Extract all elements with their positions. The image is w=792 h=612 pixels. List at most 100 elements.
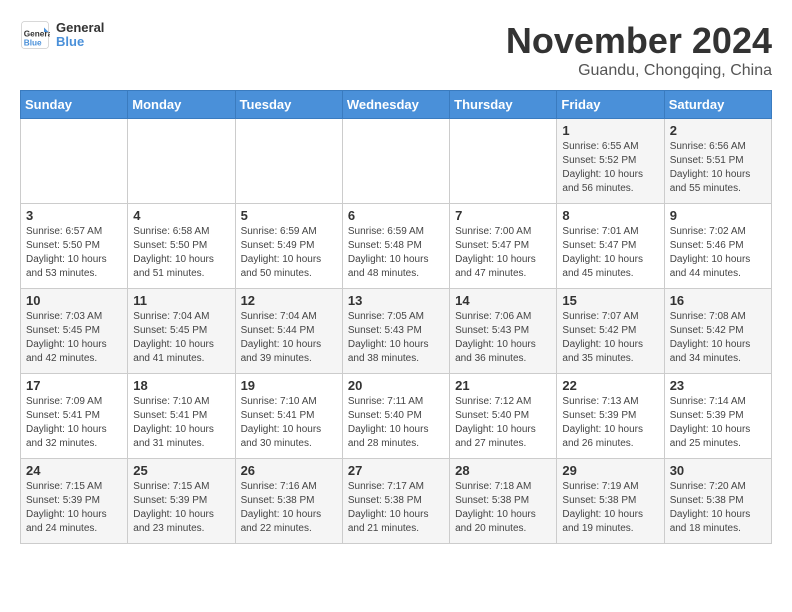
day-cell: 5Sunrise: 6:59 AM Sunset: 5:49 PM Daylig…	[235, 204, 342, 289]
day-cell: 12 Sunrise: 7:04 AM Sunset: 5:44 PM Dayli…	[235, 289, 342, 374]
day-info: Sunrise: 7:15 AM Sunset: 5:39 PM Dayligh…	[26, 480, 122, 536]
day-cell: 13Sunrise: 7:05 AM Sunset: 5:43 PM Dayli…	[342, 289, 449, 374]
day-info: Sunrise: 7:07 AM Sunset: 5:42 PM Dayligh…	[562, 310, 658, 366]
day-cell: 30 Sunrise: 7:20 AM Sunset: 5:38 PM Dayli…	[664, 459, 771, 544]
day-number: 24	[26, 463, 122, 478]
day-info: Sunrise: 7:01 AM Sunset: 5:47 PM Dayligh…	[562, 225, 658, 281]
day-number: 20	[348, 378, 444, 393]
week-row-1: 1 Sunrise: 6:55 AM Sunset: 5:52 PM Daylig…	[21, 119, 772, 204]
day-info: Sunrise: 7:20 AM Sunset: 5:38 PM Dayligh…	[670, 480, 766, 536]
day-cell: 17Sunrise: 7:09 AM Sunset: 5:41 PM Dayli…	[21, 374, 128, 459]
day-info: Sunrise: 7:10 AM Sunset: 5:41 PM Dayligh…	[133, 395, 229, 451]
day-number: 14	[455, 293, 551, 308]
day-number: 9	[670, 208, 766, 223]
calendar-body: 1 Sunrise: 6:55 AM Sunset: 5:52 PM Daylig…	[21, 119, 772, 544]
day-number: 8	[562, 208, 658, 223]
day-cell: 29 Sunrise: 7:19 AM Sunset: 5:38 PM Dayli…	[557, 459, 664, 544]
day-info: Sunrise: 7:10 AM Sunset: 5:41 PM Dayligh…	[241, 395, 337, 451]
day-info: Sunrise: 6:58 AM Sunset: 5:50 PM Dayligh…	[133, 225, 229, 281]
day-number: 6	[348, 208, 444, 223]
day-number: 10	[26, 293, 122, 308]
day-number: 23	[670, 378, 766, 393]
day-cell: 16 Sunrise: 7:08 AM Sunset: 5:42 PM Dayli…	[664, 289, 771, 374]
day-number: 26	[241, 463, 337, 478]
day-info: Sunrise: 7:18 AM Sunset: 5:38 PM Dayligh…	[455, 480, 551, 536]
day-cell: 6 Sunrise: 6:59 AM Sunset: 5:48 PM Daylig…	[342, 204, 449, 289]
day-number: 3	[26, 208, 122, 223]
day-number: 15	[562, 293, 658, 308]
day-info: Sunrise: 7:14 AM Sunset: 5:39 PM Dayligh…	[670, 395, 766, 451]
day-info: Sunrise: 6:56 AM Sunset: 5:51 PM Dayligh…	[670, 140, 766, 196]
day-info: Sunrise: 7:03 AM Sunset: 5:45 PM Dayligh…	[26, 310, 122, 366]
day-number: 7	[455, 208, 551, 223]
day-cell: 20 Sunrise: 7:11 AM Sunset: 5:40 PM Dayli…	[342, 374, 449, 459]
day-cell: 10 Sunrise: 7:03 AM Sunset: 5:45 PM Dayli…	[21, 289, 128, 374]
day-number: 18	[133, 378, 229, 393]
day-number: 25	[133, 463, 229, 478]
logo-icon: General Blue	[20, 20, 50, 50]
day-number: 17	[26, 378, 122, 393]
day-info: Sunrise: 7:19 AM Sunset: 5:38 PM Dayligh…	[562, 480, 658, 536]
header-cell-wednesday: Wednesday	[342, 91, 449, 119]
day-number: 22	[562, 378, 658, 393]
day-cell: 14Sunrise: 7:06 AM Sunset: 5:43 PM Dayli…	[450, 289, 557, 374]
day-cell: 22 Sunrise: 7:13 AM Sunset: 5:39 PM Dayli…	[557, 374, 664, 459]
title-section: November 2024 Guandu, Chongqing, China	[506, 20, 772, 80]
day-info: Sunrise: 7:08 AM Sunset: 5:42 PM Dayligh…	[670, 310, 766, 366]
day-number: 16	[670, 293, 766, 308]
header-cell-saturday: Saturday	[664, 91, 771, 119]
day-cell: 9 Sunrise: 7:02 AM Sunset: 5:46 PM Daylig…	[664, 204, 771, 289]
day-cell: 3 Sunrise: 6:57 AM Sunset: 5:50 PM Daylig…	[21, 204, 128, 289]
day-cell: 1 Sunrise: 6:55 AM Sunset: 5:52 PM Daylig…	[557, 119, 664, 204]
day-number: 11	[133, 293, 229, 308]
day-info: Sunrise: 7:15 AM Sunset: 5:39 PM Dayligh…	[133, 480, 229, 536]
day-cell: 28 Sunrise: 7:18 AM Sunset: 5:38 PM Dayli…	[450, 459, 557, 544]
day-info: Sunrise: 6:55 AM Sunset: 5:52 PM Dayligh…	[562, 140, 658, 196]
header-cell-tuesday: Tuesday	[235, 91, 342, 119]
day-cell	[342, 119, 449, 204]
logo-blue: Blue	[56, 35, 104, 49]
day-number: 4	[133, 208, 229, 223]
day-cell: 25 Sunrise: 7:15 AM Sunset: 5:39 PM Dayli…	[128, 459, 235, 544]
day-cell: 19 Sunrise: 7:10 AM Sunset: 5:41 PM Dayli…	[235, 374, 342, 459]
day-number: 21	[455, 378, 551, 393]
calendar-table: SundayMondayTuesdayWednesdayThursdayFrid…	[20, 90, 772, 544]
day-number: 28	[455, 463, 551, 478]
header-row: SundayMondayTuesdayWednesdayThursdayFrid…	[21, 91, 772, 119]
svg-text:Blue: Blue	[24, 39, 42, 48]
day-info: Sunrise: 7:13 AM Sunset: 5:39 PM Dayligh…	[562, 395, 658, 451]
day-cell: 24 Sunrise: 7:15 AM Sunset: 5:39 PM Dayli…	[21, 459, 128, 544]
day-info: Sunrise: 6:59 AM Sunset: 5:49 PM Dayligh…	[241, 225, 337, 281]
logo: General Blue General Blue	[20, 20, 104, 50]
day-cell: 7Sunrise: 7:00 AM Sunset: 5:47 PM Daylig…	[450, 204, 557, 289]
day-info: Sunrise: 6:57 AM Sunset: 5:50 PM Dayligh…	[26, 225, 122, 281]
day-number: 12	[241, 293, 337, 308]
day-cell: 15 Sunrise: 7:07 AM Sunset: 5:42 PM Dayli…	[557, 289, 664, 374]
day-info: Sunrise: 7:12 AM Sunset: 5:40 PM Dayligh…	[455, 395, 551, 451]
day-info: Sunrise: 7:02 AM Sunset: 5:46 PM Dayligh…	[670, 225, 766, 281]
week-row-4: 17Sunrise: 7:09 AM Sunset: 5:41 PM Dayli…	[21, 374, 772, 459]
day-cell: 8 Sunrise: 7:01 AM Sunset: 5:47 PM Daylig…	[557, 204, 664, 289]
day-cell: 11Sunrise: 7:04 AM Sunset: 5:45 PM Dayli…	[128, 289, 235, 374]
header-cell-friday: Friday	[557, 91, 664, 119]
day-number: 29	[562, 463, 658, 478]
day-number: 1	[562, 123, 658, 138]
header-cell-monday: Monday	[128, 91, 235, 119]
day-number: 30	[670, 463, 766, 478]
day-number: 2	[670, 123, 766, 138]
day-info: Sunrise: 6:59 AM Sunset: 5:48 PM Dayligh…	[348, 225, 444, 281]
day-cell	[21, 119, 128, 204]
day-number: 19	[241, 378, 337, 393]
day-info: Sunrise: 7:11 AM Sunset: 5:40 PM Dayligh…	[348, 395, 444, 451]
day-cell: 18 Sunrise: 7:10 AM Sunset: 5:41 PM Dayli…	[128, 374, 235, 459]
day-cell	[235, 119, 342, 204]
day-cell: 4 Sunrise: 6:58 AM Sunset: 5:50 PM Daylig…	[128, 204, 235, 289]
day-info: Sunrise: 7:17 AM Sunset: 5:38 PM Dayligh…	[348, 480, 444, 536]
day-info: Sunrise: 7:04 AM Sunset: 5:44 PM Dayligh…	[241, 310, 337, 366]
calendar-header: SundayMondayTuesdayWednesdayThursdayFrid…	[21, 91, 772, 119]
day-cell: 26Sunrise: 7:16 AM Sunset: 5:38 PM Dayli…	[235, 459, 342, 544]
week-row-3: 10 Sunrise: 7:03 AM Sunset: 5:45 PM Dayli…	[21, 289, 772, 374]
week-row-5: 24 Sunrise: 7:15 AM Sunset: 5:39 PM Dayli…	[21, 459, 772, 544]
day-number: 13	[348, 293, 444, 308]
calendar-subtitle: Guandu, Chongqing, China	[506, 62, 772, 80]
